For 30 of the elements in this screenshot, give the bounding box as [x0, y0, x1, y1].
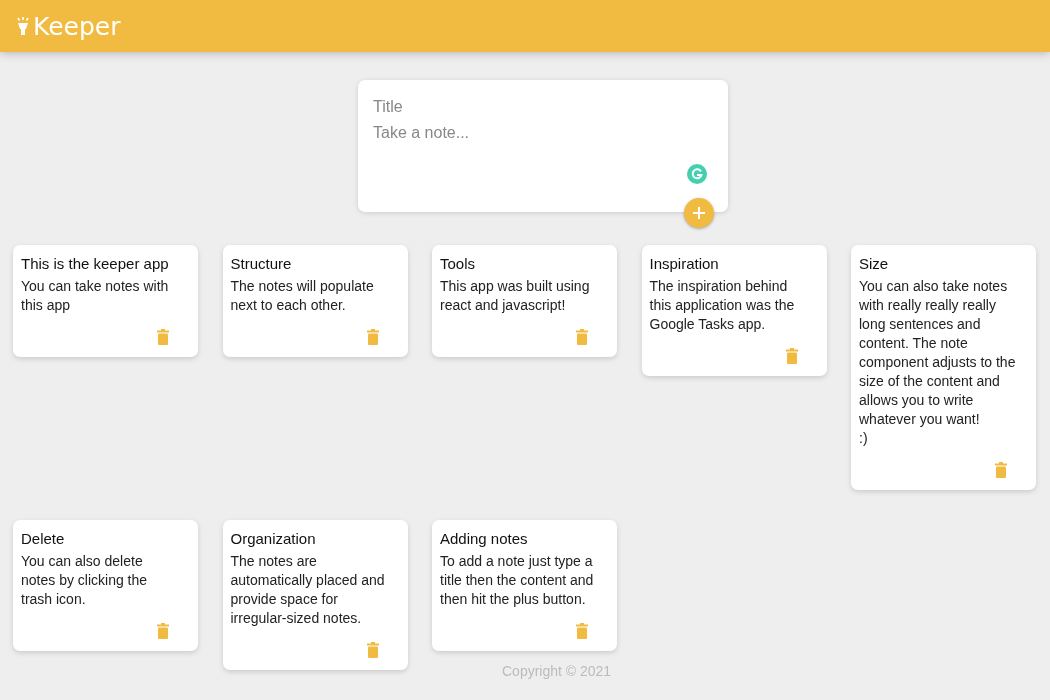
- app-title: Keeper: [33, 11, 121, 41]
- delete-icon[interactable]: [784, 348, 799, 366]
- lamp-icon: [16, 16, 30, 36]
- note-title: Inspiration: [649, 255, 720, 272]
- note-title: Organization: [230, 530, 317, 547]
- delete-icon[interactable]: [994, 462, 1008, 480]
- add-button[interactable]: [684, 198, 714, 228]
- note-title: This is the keeper app: [21, 255, 170, 272]
- note-content: The notes will populate next to each other.: [230, 277, 375, 315]
- delete-icon[interactable]: [575, 329, 589, 347]
- delete-icon[interactable]: [365, 642, 380, 660]
- note-title: Tools: [440, 255, 477, 272]
- note-title: Delete: [21, 530, 66, 547]
- note-title: Structure: [230, 255, 293, 272]
- note-content: You can take notes with this app: [21, 277, 170, 315]
- note-content: The inspiration behind this application was the Google Tasks app.: [649, 277, 796, 334]
- note-title: Size: [859, 255, 890, 272]
- note-content: You can also delete notes by clicking the trash icon.: [21, 552, 149, 609]
- note-title: Adding notes: [440, 530, 529, 547]
- note-content: You can also take notes with really really really long sentences and content. The note component adjusts to the size of the content and allows you to write whatever you want! :): [859, 277, 1016, 448]
- delete-icon[interactable]: [575, 623, 589, 641]
- delete-icon[interactable]: [156, 329, 170, 347]
- note-content: To add a note just type a title then the content and then hit the plus button.: [440, 552, 595, 609]
- plus-icon: [693, 207, 705, 219]
- note-form[interactable]: Title Take a note...: [358, 80, 728, 212]
- note-content: This app was built using react and javascript!: [440, 277, 591, 315]
- note-content: The notes are automatically placed and provide space for irregular-sized notes.: [230, 552, 386, 628]
- g-badge-icon[interactable]: [687, 164, 707, 184]
- delete-icon[interactable]: [365, 329, 380, 347]
- delete-icon[interactable]: [156, 623, 170, 641]
